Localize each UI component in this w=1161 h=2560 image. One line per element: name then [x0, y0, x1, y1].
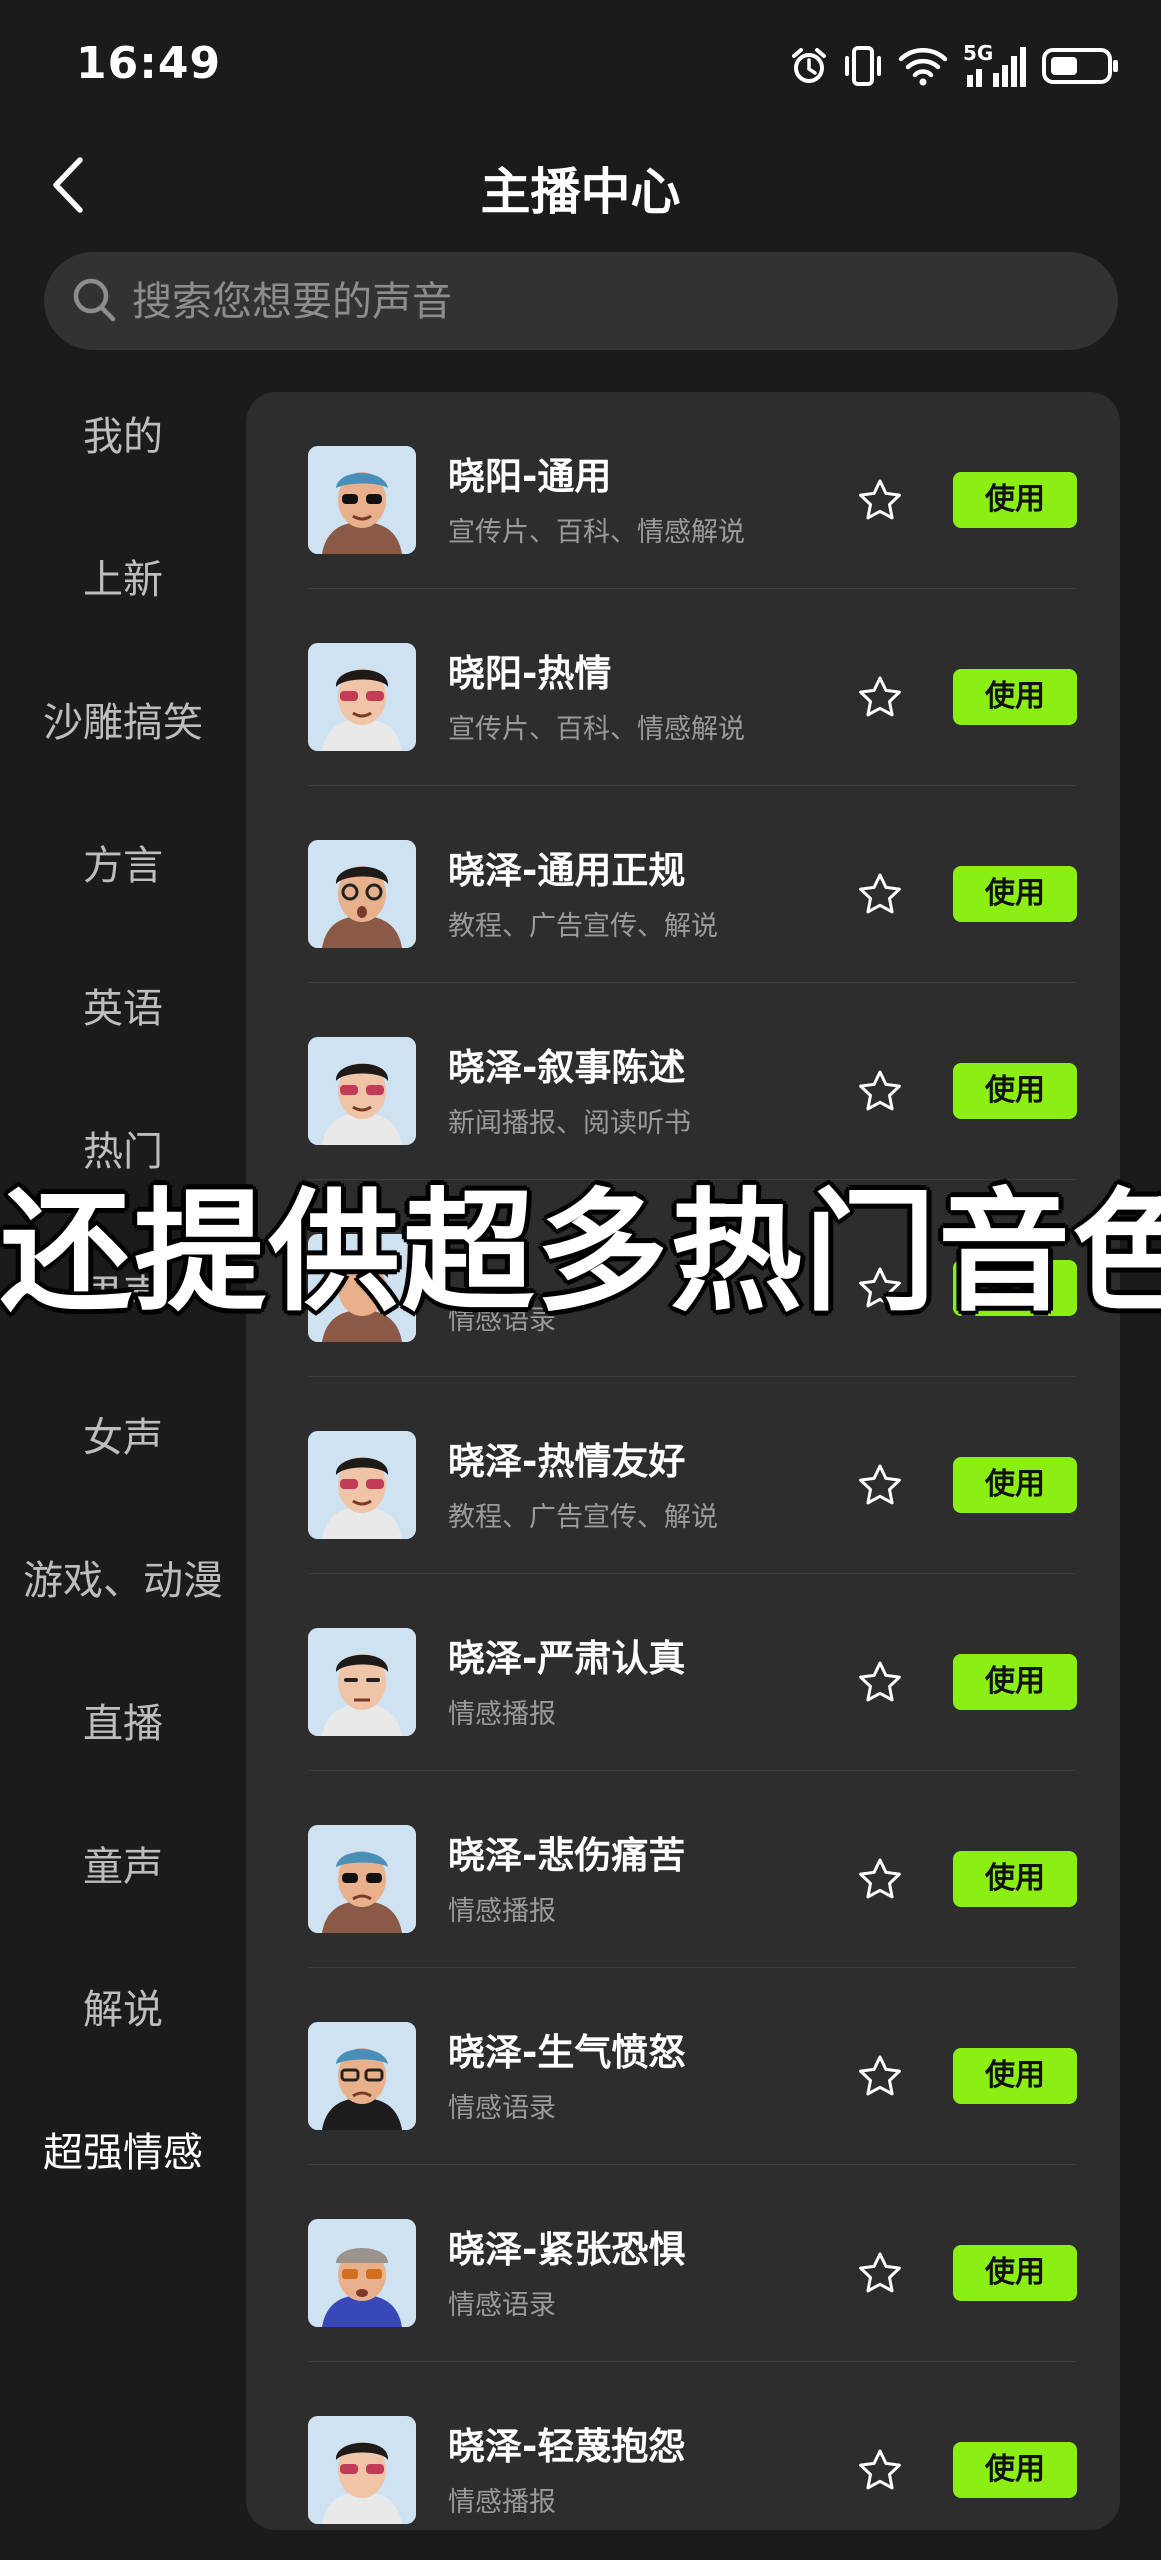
sidebar-item-dialect[interactable]: 方言	[0, 821, 246, 911]
voice-item[interactable]: 晓泽-热情友好 教程、广告宣传、解说 使用	[246, 1377, 1120, 1574]
avatar	[308, 446, 416, 554]
voice-name: 晓泽-生气愤怒	[448, 2031, 686, 2074]
voice-name: 晓泽-轻蔑抱怨	[448, 2425, 686, 2468]
favorite-star-icon[interactable]	[858, 872, 902, 916]
favorite-star-icon[interactable]	[858, 1069, 902, 1113]
voice-description: 新闻播报、阅读听书	[448, 1108, 691, 1139]
wifi-icon	[897, 45, 949, 87]
voice-item[interactable]: 晓阳-热情 宣传片、百科、情感解说 使用	[246, 589, 1120, 786]
use-button[interactable]: 使用	[953, 1654, 1077, 1710]
voice-description: 情感播报	[448, 1699, 556, 1730]
avatar	[308, 2416, 416, 2524]
voice-name: 晓泽-叙事陈述	[448, 1046, 686, 1089]
sidebar-item-english[interactable]: 英语	[0, 964, 246, 1054]
use-button[interactable]: 使用	[953, 1457, 1077, 1513]
sidebar-item-mine[interactable]: 我的	[0, 392, 246, 482]
sidebar-item-live[interactable]: 直播	[0, 1679, 246, 1769]
voice-name: 晓阳-通用	[448, 455, 612, 498]
voice-description: 教程、广告宣传、解说	[448, 911, 718, 942]
use-button[interactable]: 使用	[953, 669, 1077, 725]
voice-item[interactable]: 晓泽-轻蔑抱怨 情感播报 使用	[246, 2362, 1120, 2530]
voice-description: 情感语录	[448, 2093, 556, 2124]
use-button[interactable]: 使用	[953, 1063, 1077, 1119]
status-icons: 5G	[789, 40, 1121, 92]
sidebar-item-funny[interactable]: 沙雕搞笑	[0, 678, 246, 768]
use-button[interactable]: 使用	[953, 2048, 1077, 2104]
voice-description: 情感播报	[448, 1896, 556, 1927]
favorite-star-icon[interactable]	[858, 1660, 902, 1704]
voice-item[interactable]: 晓泽-叙事陈述 新闻播报、阅读听书 使用	[246, 983, 1120, 1180]
avatar	[308, 840, 416, 948]
favorite-star-icon[interactable]	[858, 2251, 902, 2295]
favorite-star-icon[interactable]	[858, 675, 902, 719]
voice-item[interactable]: 晓阳-通用 宣传片、百科、情感解说 使用	[246, 392, 1120, 589]
avatar	[308, 1628, 416, 1736]
voice-name: 晓泽-热情友好	[448, 1440, 686, 1483]
avatar	[308, 1825, 416, 1933]
voice-description: 宣传片、百科、情感解说	[448, 714, 745, 745]
voice-list: 晓阳-通用 宣传片、百科、情感解说 使用 晓阳-热情 宣传片、百科、情感解说 使…	[246, 392, 1120, 2530]
voice-description: 情感语录	[448, 2290, 556, 2321]
voice-description: 教程、广告宣传、解说	[448, 1502, 718, 1533]
alarm-icon	[789, 46, 829, 86]
avatar	[308, 1431, 416, 1539]
sidebar-item-emotional[interactable]: 超强情感	[0, 2108, 246, 2198]
avatar	[308, 1037, 416, 1145]
use-button[interactable]: 使用	[953, 866, 1077, 922]
vibrate-icon	[843, 44, 883, 88]
voice-name: 晓阳-热情	[448, 652, 612, 695]
voice-name: 晓泽-通用正规	[448, 849, 686, 892]
use-button[interactable]: 使用	[953, 2245, 1077, 2301]
search-input[interactable]	[130, 252, 1094, 352]
search-icon	[73, 278, 116, 322]
avatar	[308, 2219, 416, 2327]
sidebar-item-games-anime[interactable]: 游戏、动漫	[0, 1536, 246, 1626]
sidebar-item-new[interactable]: 上新	[0, 535, 246, 625]
voice-description: 情感播报	[448, 2487, 556, 2518]
voice-name: 晓泽-悲伤痛苦	[448, 1834, 686, 1877]
status-time: 16:49	[76, 38, 222, 89]
voice-item[interactable]: 晓泽-通用正规 教程、广告宣传、解说 使用	[246, 786, 1120, 983]
status-bar: 16:49 5G	[0, 0, 1161, 130]
favorite-star-icon[interactable]	[858, 478, 902, 522]
use-button[interactable]: 使用	[953, 472, 1077, 528]
search-bar[interactable]	[44, 252, 1118, 352]
voice-item[interactable]: 晓泽-生气愤怒 情感语录 使用	[246, 1968, 1120, 2165]
use-button[interactable]: 使用	[953, 1851, 1077, 1907]
favorite-star-icon[interactable]	[858, 1463, 902, 1507]
sidebar-item-child-voice[interactable]: 童声	[0, 1822, 246, 1912]
page-title: 主播中心	[480, 163, 681, 221]
voice-description: 宣传片、百科、情感解说	[448, 517, 745, 548]
cellular-signal-icon: 5G	[963, 43, 1027, 89]
voice-item[interactable]: 晓泽-悲伤痛苦 情感播报 使用	[246, 1771, 1120, 1968]
voice-name: 晓泽-严肃认真	[448, 1637, 686, 1680]
use-button[interactable]: 使用	[953, 2442, 1077, 2498]
voice-item[interactable]: 晓泽-严肃认真 情感播报 使用	[246, 1574, 1120, 1771]
favorite-star-icon[interactable]	[858, 2448, 902, 2492]
avatar	[308, 643, 416, 751]
voice-name: 晓泽-紧张恐惧	[448, 2228, 686, 2271]
voice-item[interactable]: 晓泽-紧张恐惧 情感语录 使用	[246, 2165, 1120, 2362]
avatar	[308, 2022, 416, 2130]
sidebar-item-female-voice[interactable]: 女声	[0, 1393, 246, 1483]
promo-caption-overlay: 还提供超多热门音色	[0, 1176, 1161, 1330]
favorite-star-icon[interactable]	[858, 2054, 902, 2098]
header: 主播中心	[0, 130, 1161, 240]
sidebar-item-narration[interactable]: 解说	[0, 1965, 246, 2055]
favorite-star-icon[interactable]	[858, 1857, 902, 1901]
battery-icon	[1041, 46, 1121, 86]
